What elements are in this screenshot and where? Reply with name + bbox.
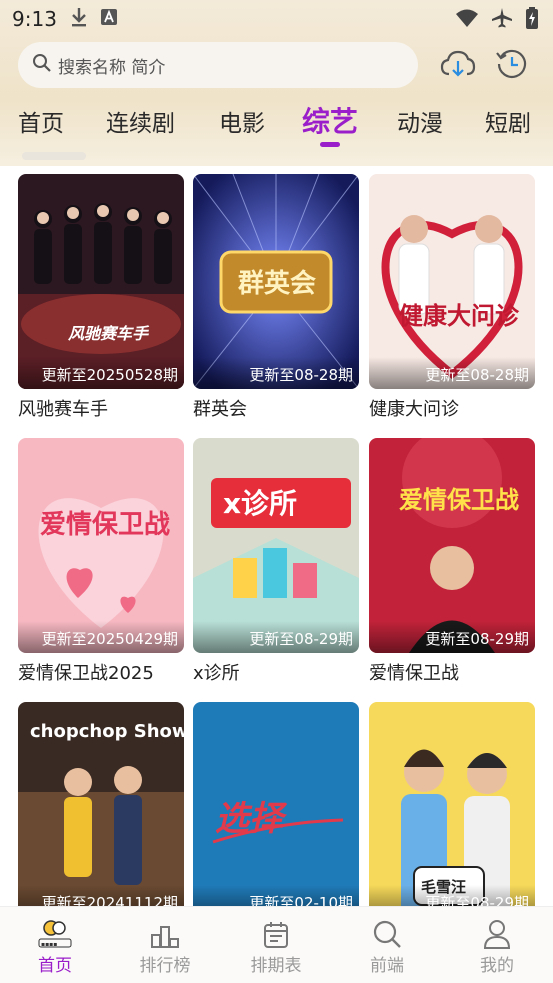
tab-series[interactable]: 连续剧	[106, 104, 175, 138]
update-status: 更新至08-29期	[369, 885, 535, 906]
show-card[interactable]: 群英会 更新至08-28期 群英会	[193, 174, 359, 421]
ranking-icon	[120, 917, 210, 949]
search-icon	[342, 917, 432, 949]
status-bar: 9:13	[0, 0, 553, 38]
show-poster[interactable]: 选择 更新至02-10期	[193, 702, 359, 906]
poster-title: 风驰赛车手	[68, 324, 150, 343]
tab-anime[interactable]: 动漫	[397, 104, 443, 138]
user-icon	[452, 917, 542, 949]
status-time: 9:13	[12, 7, 57, 31]
scroll-indicator	[22, 152, 86, 160]
header: 9:13 搜索名称 简介 首页 连续剧 电影 综艺 动漫 短剧	[0, 0, 553, 166]
poster-title: 爱情保卫战	[40, 510, 170, 540]
show-poster[interactable]: 群英会 更新至08-28期	[193, 174, 359, 389]
update-status: 更新至20250429期	[18, 621, 184, 653]
update-status: 更新至08-29期	[369, 621, 535, 653]
show-poster[interactable]: 爱情保卫战 更新至20250429期	[18, 438, 184, 653]
show-card[interactable]: 毛雪汪 更新至08-29期	[369, 702, 535, 906]
search-placeholder: 搜索名称 简介	[58, 57, 166, 78]
nav-label: 排行榜	[139, 956, 191, 976]
history-icon	[496, 49, 527, 79]
show-title: 风驰赛车手	[18, 399, 108, 420]
nav-frontend[interactable]: 前端	[342, 917, 432, 976]
poster-title: chopchop Show	[30, 721, 184, 742]
show-title: 爱情保卫战	[369, 663, 459, 684]
show-poster[interactable]: x诊所 更新至08-29期	[193, 438, 359, 653]
cloud-download-button[interactable]	[440, 48, 476, 82]
show-title: 爱情保卫战2025	[18, 663, 154, 684]
nav-profile[interactable]: 我的	[452, 917, 542, 976]
show-card[interactable]: 风驰赛车手 更新至20250528期 风驰赛车手	[18, 174, 184, 421]
update-status: 更新至08-29期	[193, 621, 359, 653]
show-card[interactable]: 健康大问诊 更新至08-28期 健康大问诊	[369, 174, 535, 421]
bottom-nav: ▪▪▪▪ 首页 排行榜 排期表 前端 我的	[0, 906, 553, 983]
show-poster[interactable]: 毛雪汪 更新至08-29期	[369, 702, 535, 906]
show-poster[interactable]: 爱情保卫战 更新至08-29期	[369, 438, 535, 653]
home-logo-icon: ▪▪▪▪	[10, 917, 100, 949]
nav-label: 前端	[370, 956, 404, 976]
tab-variety[interactable]: 综艺	[302, 100, 358, 140]
search-input[interactable]: 搜索名称 简介	[18, 42, 418, 88]
update-status: 更新至08-28期	[193, 357, 359, 389]
show-card[interactable]: 爱情保卫战 更新至08-29期 爱情保卫战	[369, 438, 535, 685]
update-status: 更新至02-10期	[193, 885, 359, 906]
show-title: x诊所	[193, 663, 240, 684]
show-card[interactable]: 爱情保卫战 更新至20250429期 爱情保卫战2025	[18, 438, 184, 685]
battery-icon	[525, 7, 539, 33]
show-card[interactable]: x诊所 更新至08-29期 x诊所	[193, 438, 359, 685]
show-grid: 风驰赛车手 更新至20250528期 风驰赛车手 群英会 更新至08-28期 群…	[0, 166, 553, 906]
nav-ranking[interactable]: 排行榜	[120, 917, 210, 976]
update-status: 更新至08-28期	[369, 357, 535, 389]
show-poster[interactable]: chopchop Show 更新至20241112期	[18, 702, 184, 906]
update-status: 更新至20250528期	[18, 357, 184, 389]
show-card[interactable]: 选择 更新至02-10期	[193, 702, 359, 906]
poster-title: x诊所	[223, 487, 297, 520]
wifi-icon	[455, 8, 479, 32]
cloud-download-icon	[440, 50, 476, 77]
update-status: 更新至20241112期	[18, 885, 184, 906]
poster-title: 健康大问诊	[399, 302, 520, 330]
active-tab-indicator	[320, 142, 340, 147]
nav-label: 排期表	[250, 956, 302, 976]
nav-home[interactable]: ▪▪▪▪ 首页	[10, 917, 100, 976]
poster-title: 爱情保卫战	[399, 486, 519, 514]
poster-title: 群英会	[237, 269, 316, 299]
history-button[interactable]	[495, 47, 529, 81]
show-title: 群英会	[193, 399, 247, 420]
show-poster[interactable]: 健康大问诊 更新至08-28期	[369, 174, 535, 389]
svg-text:▪▪▪▪: ▪▪▪▪	[41, 941, 57, 948]
airplane-icon	[491, 7, 513, 33]
nav-label: 首页	[38, 956, 72, 976]
search-icon	[32, 53, 52, 77]
show-title: 健康大问诊	[369, 399, 459, 420]
show-card[interactable]: chopchop Show 更新至20241112期	[18, 702, 184, 906]
calendar-icon	[231, 917, 321, 949]
download-icon	[70, 7, 88, 31]
nav-label: 我的	[480, 956, 514, 976]
nav-schedule[interactable]: 排期表	[231, 917, 321, 976]
tab-home[interactable]: 首页	[18, 104, 64, 138]
font-icon	[100, 8, 118, 30]
category-tabs: 首页 连续剧 电影 综艺 动漫 短剧	[0, 96, 553, 156]
tab-short-drama[interactable]: 短剧	[485, 104, 531, 138]
show-poster[interactable]: 风驰赛车手 更新至20250528期	[18, 174, 184, 389]
tab-movies[interactable]: 电影	[219, 104, 265, 138]
